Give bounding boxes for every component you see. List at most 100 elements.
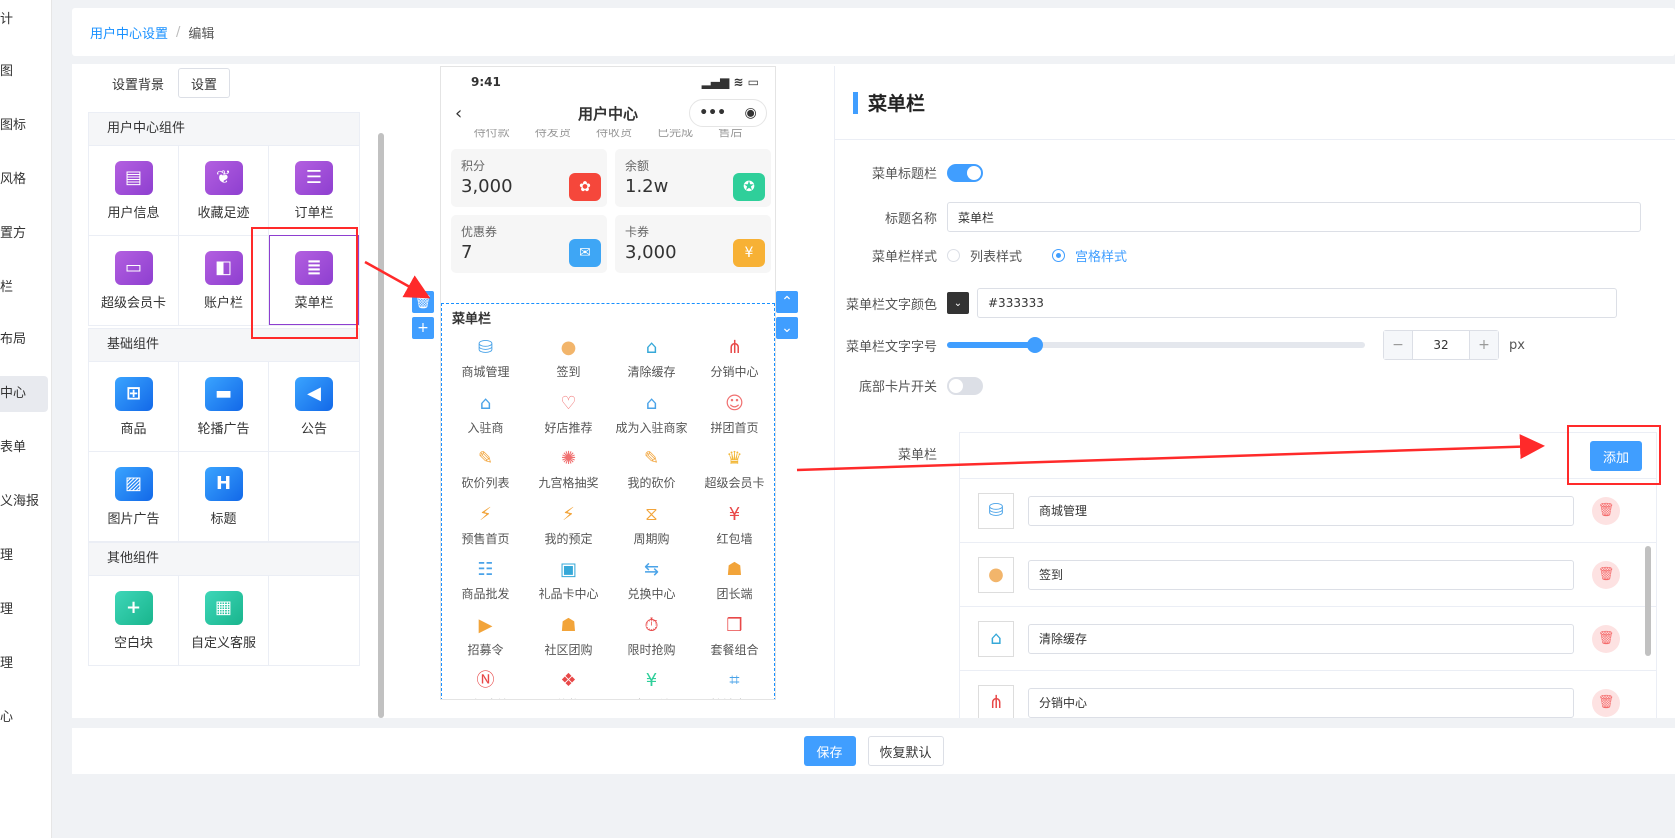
component-item[interactable]: ◀ 公告 [269, 361, 359, 451]
component-item[interactable]: ▭ 超级会员卡 [89, 235, 179, 325]
menu-item[interactable]: ☗ 社区团购 [527, 609, 610, 665]
menu-item[interactable]: ✺ 九宫格抽奖 [527, 442, 610, 498]
component-item[interactable]: H 标题 [179, 451, 269, 541]
asset-card[interactable]: 优惠券 7 ✉ [451, 215, 607, 273]
menu-item[interactable]: ☗ 团长端 [693, 553, 775, 609]
menu-item[interactable]: ¥ 红包墙 [693, 498, 775, 554]
menu-item[interactable]: ⌂ 清除缓存 [610, 331, 693, 387]
sidebar-item[interactable]: 理 [0, 538, 48, 574]
menu-item[interactable]: ♡ 好店推荐 [527, 387, 610, 443]
add-button[interactable]: 添加 [1590, 441, 1642, 471]
menu-item[interactable]: ☷ 商品批发 [444, 553, 527, 609]
sidebar-item[interactable]: 风格 [0, 162, 48, 198]
component-item[interactable]: ◧ 账户栏 [179, 235, 269, 325]
save-button[interactable]: 保存 [803, 736, 856, 766]
order-tab[interactable]: 待付款 [474, 129, 510, 143]
menu-item[interactable]: ▶ 招募令 [444, 609, 527, 665]
menu-item[interactable]: ¥ 当面付 [610, 664, 693, 699]
menu-item[interactable]: ✎ 我的砍价 [610, 442, 693, 498]
capsule-menu[interactable]: ••• ◉ [689, 99, 767, 127]
asset-card[interactable]: 余额 1.2w ✪ [615, 149, 771, 207]
more-dots-icon[interactable]: ••• [699, 105, 726, 121]
font-size-slider[interactable] [947, 337, 1365, 353]
delete-icon[interactable]: 🗑 [1592, 496, 1620, 525]
back-arrow-icon[interactable]: ‹ [455, 103, 462, 124]
order-tab[interactable]: 待收货 [596, 129, 632, 143]
menu-item-thumbnail[interactable]: ● [978, 556, 1014, 593]
menu-item-thumbnail[interactable]: ⌂ [978, 620, 1014, 657]
text-color-input[interactable]: #333333 [977, 288, 1617, 318]
menu-item[interactable]: ● 签到 [527, 331, 610, 387]
delete-icon[interactable]: 🗑 [1592, 688, 1620, 717]
component-item[interactable]: ▬ 轮播广告 [179, 361, 269, 451]
sidebar-item[interactable]: 图标 [0, 108, 48, 144]
increment-button[interactable]: + [1470, 331, 1498, 359]
menu-item[interactable]: ❒ 套餐组合 [693, 609, 775, 665]
menu-item[interactable]: ♛ 超级会员卡 [693, 442, 775, 498]
sidebar-item[interactable]: 置方 [0, 216, 48, 252]
menu-item[interactable]: ⌗ 核销中心 [693, 664, 775, 699]
menu-item-thumbnail[interactable]: ⋔ [978, 684, 1014, 718]
menu-item[interactable]: ⇆ 兑换中心 [610, 553, 693, 609]
sidebar-item[interactable]: 计 [0, 2, 48, 38]
menu-list-scrollbar[interactable] [1645, 546, 1651, 656]
component-item[interactable]: ⊞ 商品 [89, 361, 179, 451]
menu-item[interactable]: ❖ 礼物 [527, 664, 610, 699]
component-item[interactable]: + 空白块 [89, 575, 179, 665]
sidebar-item[interactable]: 义海报 [0, 484, 48, 520]
menu-item[interactable]: ⌂ 成为入驻商家 [610, 387, 693, 443]
decrement-button[interactable]: − [1384, 331, 1412, 359]
delete-icon[interactable]: 🗑 [1592, 560, 1620, 589]
menu-item-name-input[interactable]: 分销中心 [1028, 687, 1574, 718]
component-item[interactable]: ≣ 菜单栏 [269, 235, 359, 325]
breadcrumb-parent-link[interactable]: 用户中心设置 [90, 23, 168, 42]
menu-item-name-input[interactable]: 签到 [1028, 559, 1574, 590]
menu-block-preview[interactable]: 菜单栏 ⛁ 商城管理 ● 签到 ⌂ 清除缓存 ⋔ 分销中心 ⌂ 入驻商 ♡ 好店推荐 ⌂ 成为入驻商家 ☺ 拼… [441, 303, 775, 699]
sidebar-item[interactable]: 理 [0, 592, 48, 628]
menu-item[interactable]: ⚡ 预售首页 [444, 498, 527, 554]
sidebar-item[interactable]: 图 [0, 54, 48, 90]
slider-thumb[interactable] [1026, 337, 1043, 353]
order-tab[interactable]: 已完成 [657, 129, 693, 143]
title-switch[interactable] [947, 163, 983, 182]
menu-item[interactable]: ▣ 礼品卡中心 [527, 553, 610, 609]
component-item[interactable]: ❦ 收藏足迹 [179, 145, 269, 235]
sidebar-item[interactable]: 布局 [0, 322, 48, 358]
background-set-button[interactable]: 设置 [178, 68, 231, 98]
order-tab[interactable]: 售后 [718, 129, 742, 143]
sidebar-item[interactable]: 栏 [0, 270, 48, 306]
move-down-icon[interactable]: ⌄ [776, 317, 798, 339]
reset-default-button[interactable]: 恢复默认 [867, 736, 944, 766]
add-block-icon[interactable]: + [412, 317, 434, 339]
menu-item-name-input[interactable]: 清除缓存 [1028, 623, 1574, 654]
menu-item[interactable]: ⛁ 商城管理 [444, 331, 527, 387]
title-name-input[interactable]: 菜单栏 [947, 202, 1641, 232]
component-item[interactable]: ☰ 订单栏 [269, 145, 359, 235]
color-picker[interactable]: ⌄ [947, 292, 969, 314]
delete-block-icon[interactable]: 🗑 [412, 291, 434, 313]
bottom-card-switch[interactable] [947, 376, 983, 395]
asset-card[interactable]: 积分 3,000 ✿ [451, 149, 607, 207]
menu-item[interactable]: ⏱ 限时抢购 [610, 609, 693, 665]
menu-item[interactable]: ⋔ 分销中心 [693, 331, 775, 387]
style-radio-grid[interactable]: 宫格样式 [1052, 246, 1127, 265]
menu-item[interactable]: ✎ 砍价列表 [444, 442, 527, 498]
menu-item[interactable]: ⚡ 我的预定 [527, 498, 610, 554]
component-item[interactable]: ▤ 用户信息 [89, 145, 179, 235]
style-radio-list[interactable]: 列表样式 [947, 246, 1022, 265]
menu-item[interactable]: Ⓝ N元任选首页 [444, 664, 527, 699]
font-size-value[interactable]: 32 [1412, 331, 1470, 359]
menu-item-name-input[interactable]: 商城管理 [1028, 495, 1574, 526]
order-tab[interactable]: 待发货 [535, 129, 571, 143]
component-item[interactable]: ▦ 自定义客服 [179, 575, 269, 665]
menu-item[interactable]: ⌂ 入驻商 [444, 387, 527, 443]
delete-icon[interactable]: 🗑 [1592, 624, 1620, 653]
sidebar-item[interactable]: 心 [0, 700, 48, 736]
sidebar-item[interactable]: 表单 [0, 430, 48, 466]
close-target-icon[interactable]: ◉ [745, 105, 757, 121]
menu-item-thumbnail[interactable]: ⛁ [978, 492, 1014, 529]
move-up-icon[interactable]: ⌃ [776, 291, 798, 313]
sidebar-item[interactable]: 中心 [0, 376, 48, 412]
asset-card[interactable]: 卡券 3,000 ¥ [615, 215, 771, 273]
component-panel-scrollbar[interactable] [378, 133, 384, 718]
